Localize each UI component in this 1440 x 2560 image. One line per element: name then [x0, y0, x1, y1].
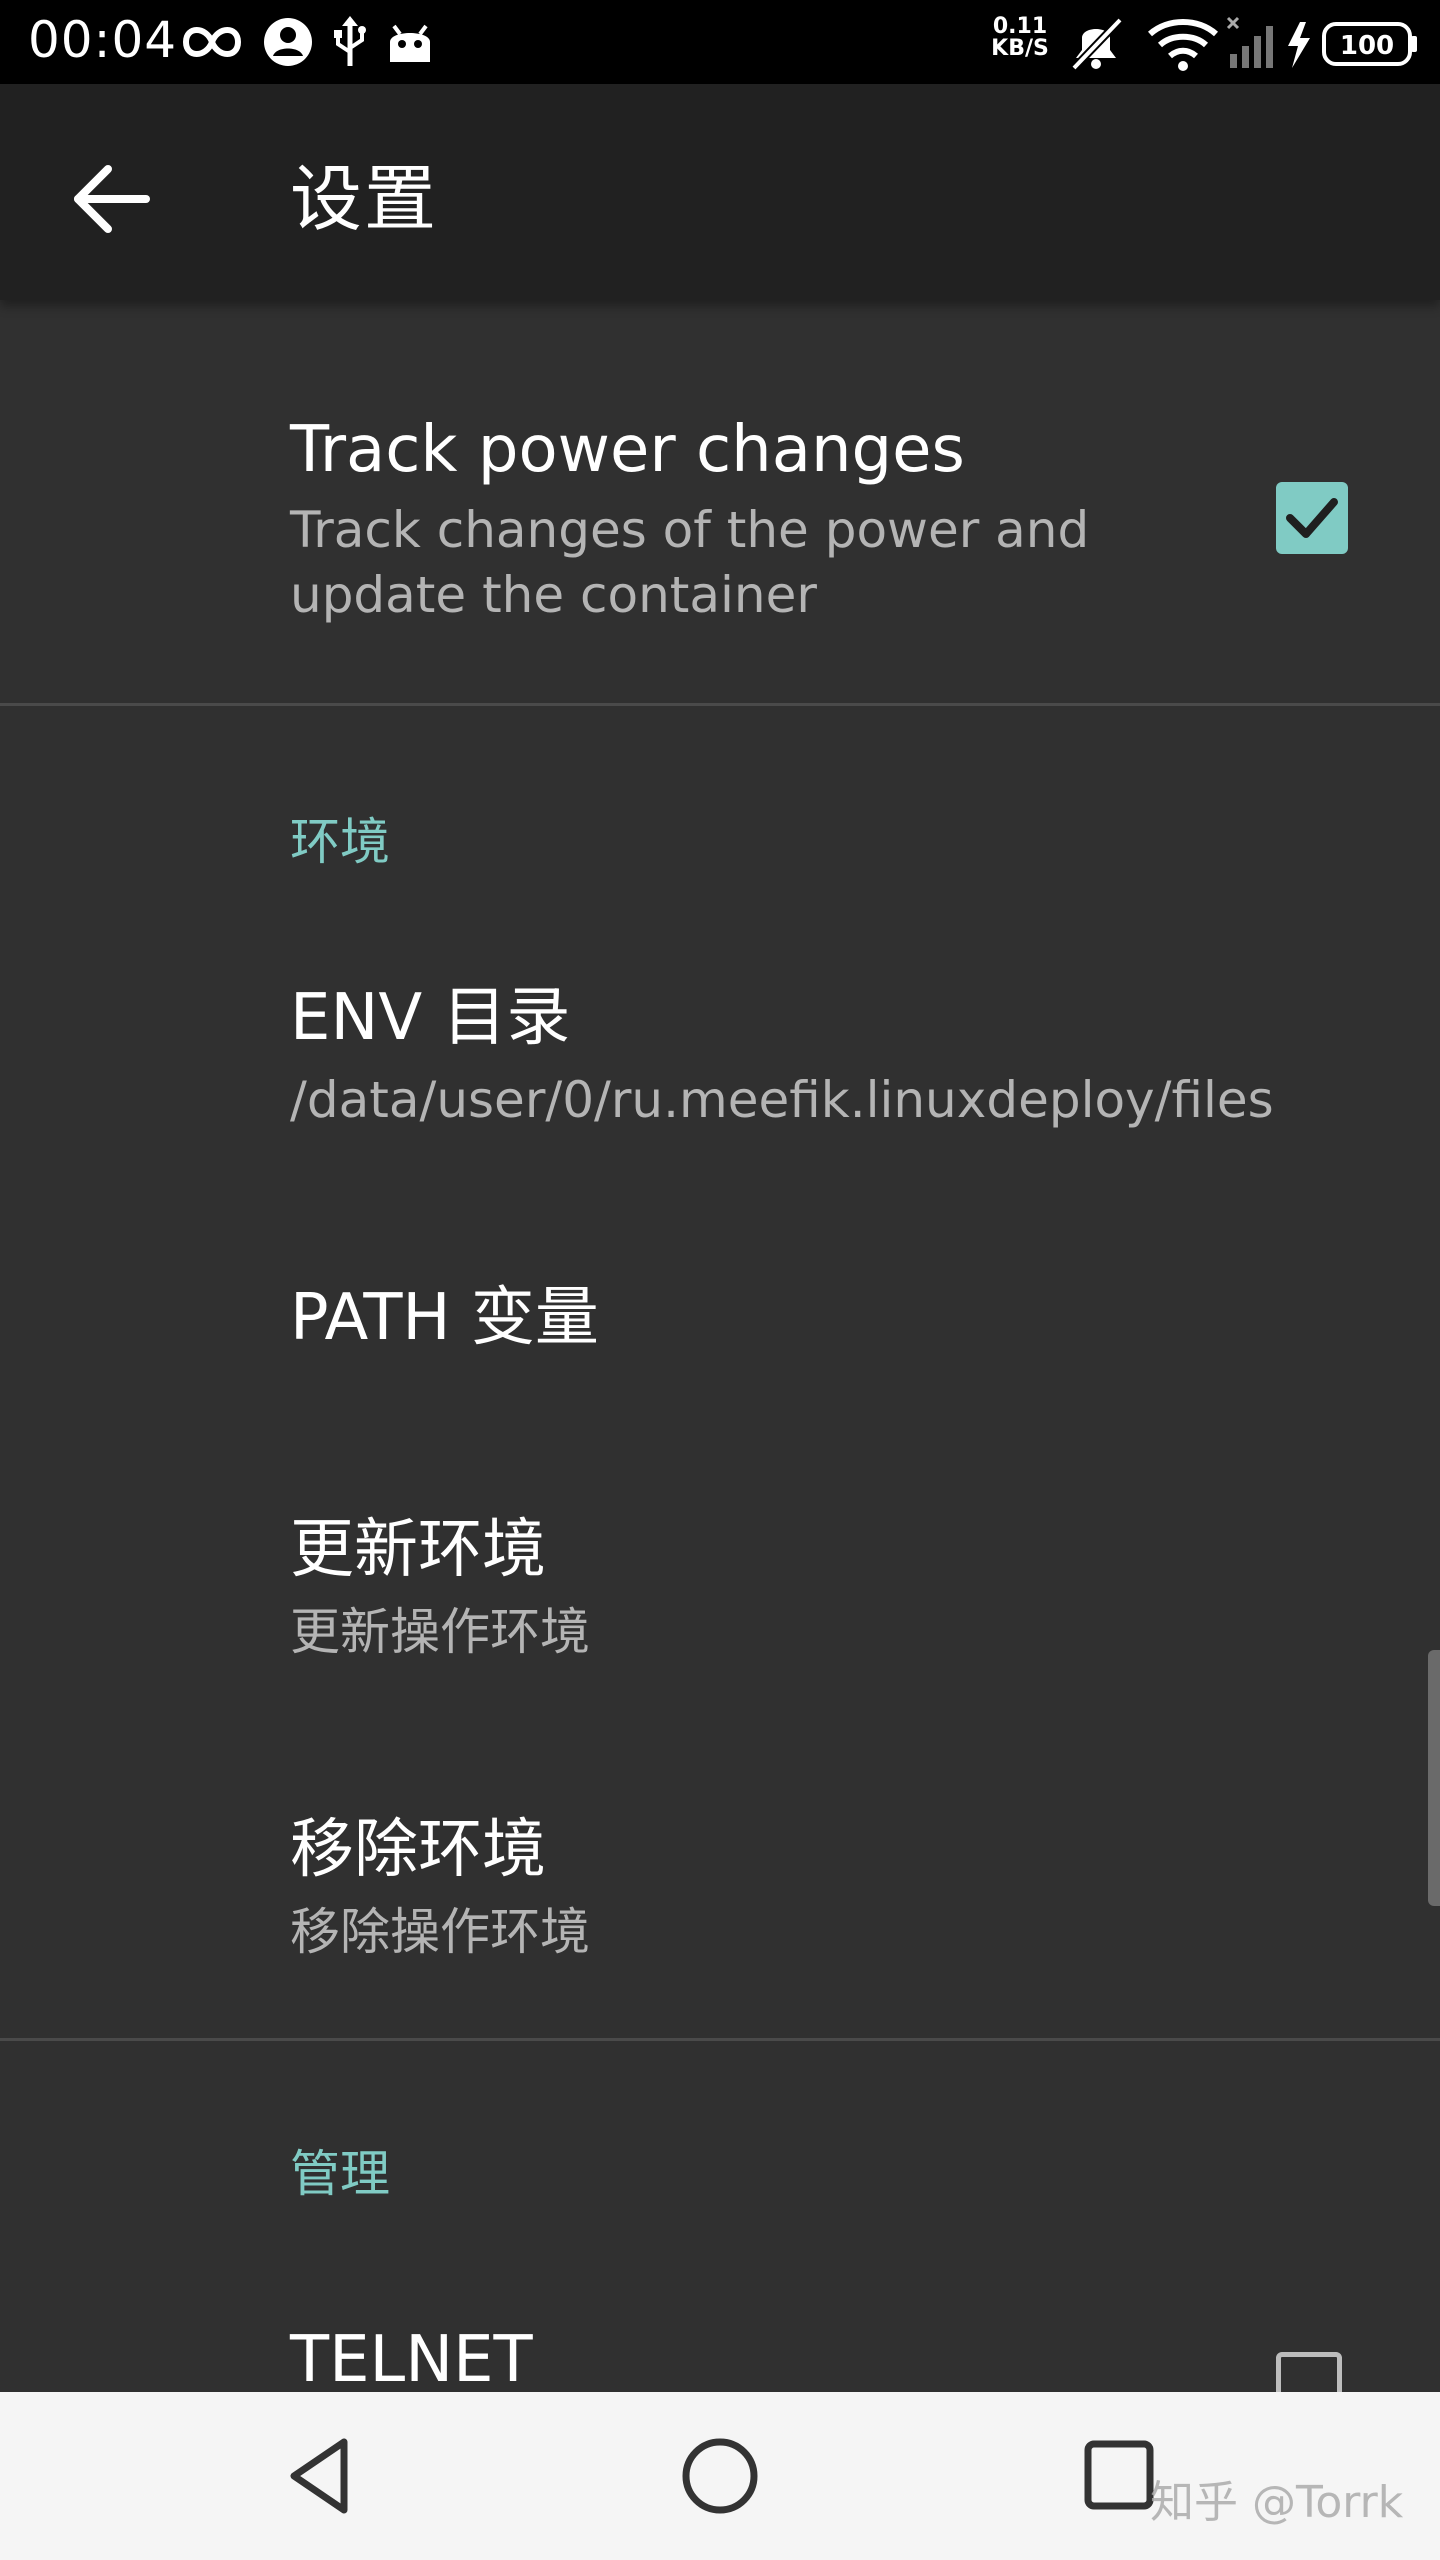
check-icon: [1286, 498, 1338, 538]
triangle-back-icon: [290, 2438, 348, 2514]
status-right-icons: 100: [1071, 16, 1417, 71]
net-speed-unit: KB/S: [991, 36, 1049, 61]
track-power-checkbox[interactable]: [1276, 482, 1348, 554]
status-time: 00:04: [28, 11, 178, 69]
pref-telnet[interactable]: TELNET: [0, 2290, 1440, 2392]
pref-env-directory[interactable]: ENV 目录 /data/user/0/ru.meefik.linuxdeplo…: [0, 930, 1440, 1200]
pref-title: Track power changes: [290, 413, 965, 487]
net-speed-value: 0.11: [992, 14, 1048, 39]
arrow-left-icon: [74, 165, 150, 233]
status-bar: 00:04 0.11 KB/S 100: [0, 0, 1440, 84]
pref-remove-environment[interactable]: 移除环境 移除操作环境: [0, 1760, 1440, 2038]
no-signal-icon: [1226, 16, 1273, 68]
silent-icon: [1071, 17, 1123, 71]
battery-icon: 100: [1322, 22, 1417, 66]
back-button[interactable]: [58, 144, 168, 254]
nav-back-button[interactable]: [270, 2424, 374, 2528]
pref-summary: 移除操作环境: [290, 1903, 590, 1961]
section-header-environment: 环境: [290, 813, 390, 871]
section-header-management: 管理: [290, 2145, 390, 2203]
pref-summary: Track changes of the power and update th…: [290, 501, 1090, 624]
battery-level: 100: [1340, 31, 1394, 61]
divider: [0, 703, 1440, 706]
pref-summary: /data/user/0/ru.meefik.linuxdeploy/files: [290, 1071, 1274, 1129]
pref-update-environment[interactable]: 更新环境 更新操作环境: [0, 1460, 1440, 1760]
divider: [0, 2038, 1440, 2041]
pref-title: PATH 变量: [290, 1281, 599, 1355]
pref-track-power-changes[interactable]: Track power changes Track changes of the…: [0, 300, 1440, 704]
pref-title: 更新环境: [290, 1513, 546, 1587]
circle-home-icon: [682, 2438, 758, 2514]
pref-title: 移除环境: [290, 1813, 546, 1887]
net-speed: 0.11 KB/S: [990, 16, 1050, 60]
pref-title: ENV 目录: [290, 981, 571, 1055]
watermark: 知乎 @Torrk: [1150, 2477, 1404, 2528]
wifi-icon: [1148, 19, 1218, 71]
scroll-indicator[interactable]: [1428, 1650, 1440, 1906]
nav-home-button[interactable]: [668, 2424, 772, 2528]
usb-icon: [334, 16, 366, 66]
android-icon: [390, 24, 430, 62]
pref-path-variable[interactable]: PATH 变量: [0, 1200, 1440, 1460]
pref-title: TELNET: [290, 2323, 533, 2392]
app-bar: 设置: [0, 84, 1440, 300]
account-icon: [264, 18, 312, 66]
pref-summary: 更新操作环境: [290, 1603, 590, 1661]
status-left-icons: [182, 16, 430, 66]
settings-screen: 00:04 0.11 KB/S 100 设置 Track power chang…: [0, 0, 1440, 2560]
infinity-icon: [182, 27, 242, 57]
page-title: 设置: [290, 157, 439, 241]
charging-icon: [1288, 22, 1310, 68]
